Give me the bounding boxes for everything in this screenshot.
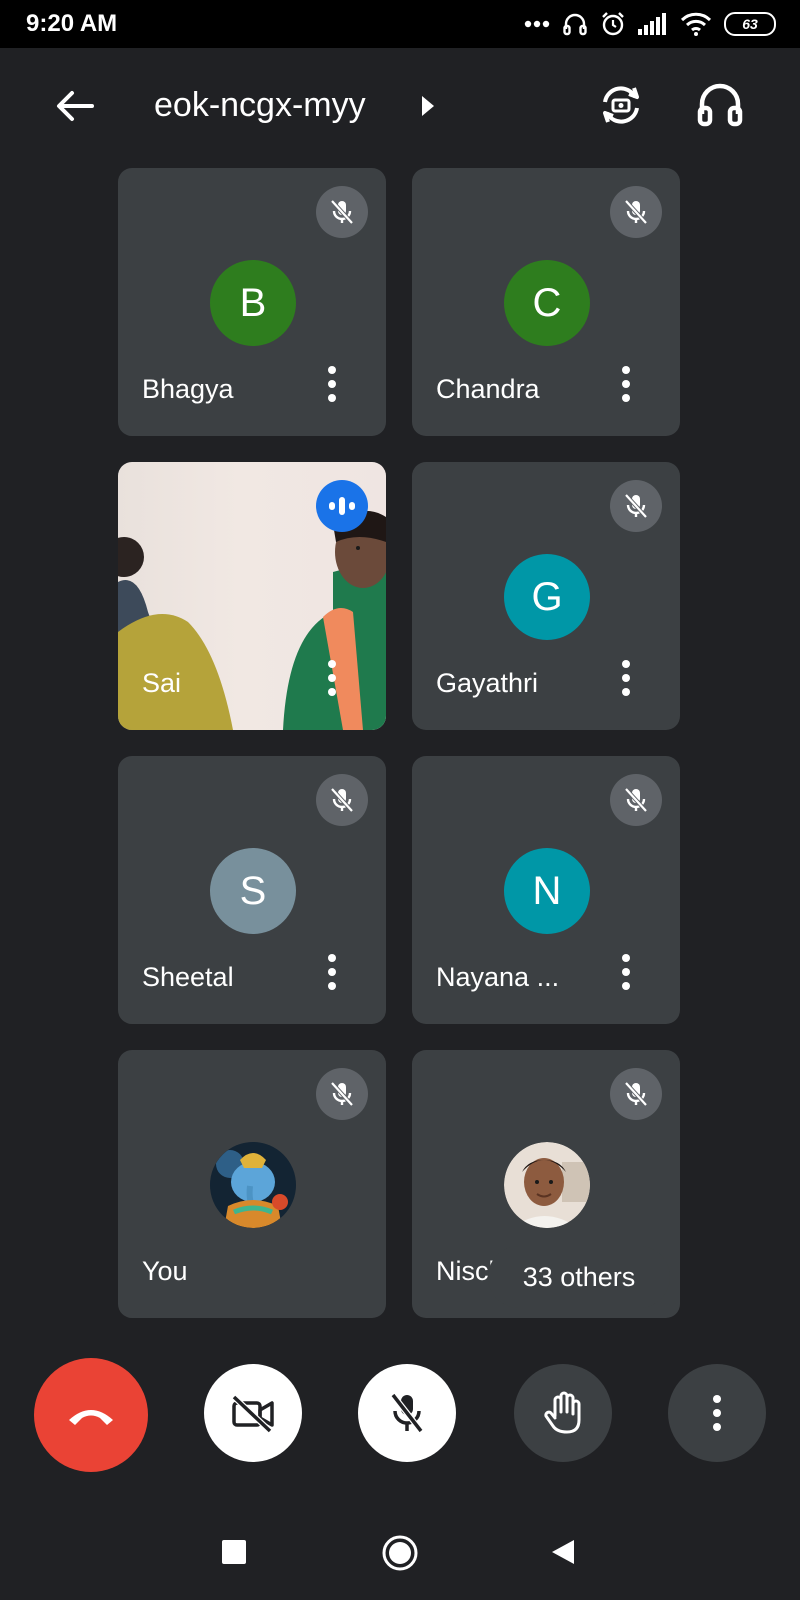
mic-off-icon xyxy=(330,199,354,225)
mic-off-icon xyxy=(624,787,648,813)
participant-tile[interactable]: C Chandra xyxy=(412,168,680,436)
more-options-button[interactable] xyxy=(668,1364,766,1462)
mic-toggle-button[interactable] xyxy=(358,1364,456,1462)
avatar: B xyxy=(210,260,296,346)
back-arrow-icon[interactable] xyxy=(52,84,96,128)
mic-off-icon xyxy=(390,1393,424,1433)
mic-off-icon xyxy=(330,787,354,813)
mic-off-icon xyxy=(624,199,648,225)
alarm-icon xyxy=(602,12,624,36)
mic-off-badge xyxy=(610,480,662,532)
mic-off-badge xyxy=(610,186,662,238)
wifi-icon xyxy=(680,12,712,36)
mic-off-badge xyxy=(316,1068,368,1120)
hang-up-icon xyxy=(69,1410,113,1425)
profile-photo-ganesha xyxy=(210,1142,296,1228)
camera-toggle-button[interactable] xyxy=(204,1364,302,1462)
participant-name: Sai xyxy=(142,668,182,698)
call-controls xyxy=(0,1350,800,1500)
signal-icon xyxy=(638,13,666,35)
status-bar: 9:20 AM 63 xyxy=(0,0,800,48)
more-vert-icon[interactable] xyxy=(324,658,340,698)
mic-off-icon xyxy=(624,493,648,519)
avatar: N xyxy=(504,848,590,934)
mic-off-badge xyxy=(316,186,368,238)
avatar: G xyxy=(504,554,590,640)
caret-right-icon[interactable] xyxy=(418,92,438,120)
end-call-button[interactable] xyxy=(34,1358,148,1472)
switch-camera-icon[interactable] xyxy=(596,80,646,130)
participant-tile[interactable]: N Nayana ... xyxy=(412,756,680,1024)
recents-button[interactable] xyxy=(222,1540,246,1564)
more-vert-icon[interactable] xyxy=(324,952,340,992)
more-vert-icon[interactable] xyxy=(324,364,340,404)
audio-output-icon[interactable] xyxy=(696,80,744,130)
more-vert-icon[interactable] xyxy=(618,364,634,404)
others-chip[interactable]: 33 others xyxy=(488,1246,670,1308)
participant-name: Gayathri xyxy=(436,668,539,698)
participant-name: You xyxy=(142,1256,188,1286)
raise-hand-icon xyxy=(544,1391,581,1434)
meeting-code[interactable]: eok-ncgx-myy xyxy=(154,86,366,125)
status-time: 9:20 AM xyxy=(26,10,118,37)
headset-status-icon xyxy=(563,13,587,36)
participant-video-tile[interactable]: Sai xyxy=(118,462,386,730)
profile-photo-boy xyxy=(504,1142,590,1228)
participant-tile[interactable]: S Sheetal xyxy=(118,756,386,1024)
mic-off-icon xyxy=(330,1081,354,1107)
avatar: S xyxy=(210,848,296,934)
participant-tile-self[interactable]: You xyxy=(118,1050,386,1318)
more-notifications-icon xyxy=(524,20,550,28)
battery-icon: 63 xyxy=(724,12,776,36)
avatar: C xyxy=(504,260,590,346)
mic-off-badge xyxy=(610,1068,662,1120)
home-button[interactable] xyxy=(381,1534,419,1572)
android-nav-bar xyxy=(0,1500,800,1600)
mic-off-icon xyxy=(624,1081,648,1107)
speaking-indicator xyxy=(316,480,368,532)
more-vert-icon[interactable] xyxy=(618,952,634,992)
participant-tile[interactable]: G Gayathri xyxy=(412,462,680,730)
camera-off-icon xyxy=(231,1394,274,1433)
participant-name: Sheetal xyxy=(142,962,234,992)
mic-off-badge xyxy=(316,774,368,826)
participant-name: Nayana ... xyxy=(436,962,560,992)
back-button[interactable] xyxy=(550,1538,576,1566)
more-vert-icon[interactable] xyxy=(618,658,634,698)
top-bar: eok-ncgx-myy xyxy=(0,48,800,168)
participant-name: Chandra xyxy=(436,374,540,404)
participant-name: Bhagya xyxy=(142,374,234,404)
raise-hand-button[interactable] xyxy=(514,1364,612,1462)
mic-off-badge xyxy=(610,774,662,826)
participant-tile[interactable]: B Bhagya xyxy=(118,168,386,436)
more-vert-icon xyxy=(713,1395,721,1431)
